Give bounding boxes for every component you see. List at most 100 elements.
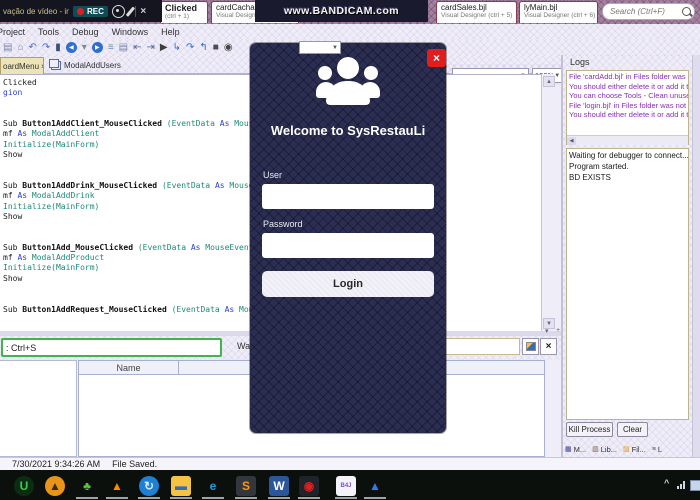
logs-tab-lib[interactable]: ▥ Lib... [592,445,617,454]
menu-item-windows[interactable]: Windows [112,27,149,37]
redo-icon[interactable]: ↷ [42,42,50,53]
step-into-icon[interactable]: ↳ [173,42,181,53]
chevron-down-icon: ▼ [554,72,561,79]
recorder-bar: vação de vídeo - inic REC × [0,0,162,22]
back-menu-icon[interactable]: ▾ [82,42,87,53]
bandicam-icon[interactable]: ◉ [299,476,319,496]
password-field[interactable] [262,233,434,258]
scroll-left-icon[interactable]: ◀ [567,136,576,145]
pencil-icon[interactable] [125,5,135,17]
dialog-title: Welcome to SysRestauLi [270,123,426,138]
edge-icon[interactable]: e [203,476,223,496]
logs-tab-label: Lib... [600,444,618,454]
camera-icon[interactable] [111,4,125,18]
login-button[interactable]: Login [262,271,434,297]
open-icon[interactable]: ▤ [3,42,12,53]
home-icon[interactable]: ⌂ [17,42,23,53]
logs-tabstrip: ▦ M... ▥ Lib... ▨ Fil... ≡ L [565,442,692,456]
blue-app-icon[interactable]: ▲ [365,476,385,496]
shortcut-hint-box: : Ctrl+S [1,338,222,357]
tab-title: cardSales.bjl [441,3,487,12]
uninstaller-icon[interactable]: U [14,476,34,496]
window-tab-clicked[interactable]: Clicked (ctrl + 1) [160,1,208,23]
log-warning-line: You should either delete it or add it t [569,110,689,119]
tab-subtitle: (ctrl + 1) [165,13,190,20]
close-tab-icon[interactable]: × [41,62,43,71]
uncomment-icon[interactable]: ▤ [119,42,128,53]
recorder-close-icon[interactable]: × [140,6,146,17]
window-tab-lymain[interactable]: lyMain.bjl Visual Designer (ctrl + 6) [519,1,598,23]
bandicam-watermark: www.BANDICAM.com [255,0,428,22]
menu-item-debug[interactable]: Debug [72,27,99,37]
editor-scrollbar[interactable]: ▲ ▼ [541,74,555,331]
floating-combo[interactable]: ▼ [299,41,341,54]
messages-log-box[interactable]: Waiting for debugger to connect... Progra… [566,148,689,420]
log-warning-line: File 'cardAdd.bjl' in Files folder was n [569,72,689,81]
delete-watch-button[interactable]: × [540,338,557,355]
kill-process-button[interactable]: Kill Process [566,422,613,437]
outdent-icon[interactable]: ⇤ [133,42,141,53]
stop-icon[interactable]: ■ [213,42,219,53]
sublime-icon[interactable]: S [236,476,256,496]
search-icon[interactable] [682,7,691,16]
panel-pin-icon[interactable]: + [556,327,560,334]
warnings-log-box[interactable]: File 'cardAdd.bjl' in Files folder was n… [566,70,689,145]
active-app-indicator [268,497,290,499]
clear-button[interactable]: Clear [617,422,648,437]
scroll-up-icon[interactable]: ▲ [543,76,555,87]
right-scroll-strip[interactable] [692,55,700,457]
watermark-text: www.BANDICAM.com [283,5,400,17]
panel-menu-icon[interactable]: ▾ [545,327,549,335]
user-label: User [263,170,283,180]
column-name[interactable]: Name [79,361,179,374]
add-watch-button[interactable] [522,338,539,355]
form-icon [49,59,61,70]
network-icon[interactable] [677,481,685,489]
libraries-icon: ▥ [592,445,599,453]
b4j-icon[interactable]: B4J [336,476,356,496]
menu-item-project[interactable]: Project [0,27,25,37]
editor-tab-label: oardMenu [3,61,40,71]
run-icon[interactable]: ▶ [160,42,168,53]
logs-tab-m[interactable]: ▦ M... [565,445,586,454]
log-hscrollbar[interactable]: ◀ [567,135,688,145]
undo-icon[interactable]: ↶ [29,42,37,53]
word-icon[interactable]: W [269,476,289,496]
menu-item-tools[interactable]: Tools [38,27,59,37]
log-warning-line: You should either delete it or add it to [569,81,689,91]
chevron-down-icon: ▼ [332,44,338,51]
file-manager-icon[interactable]: ▬ [171,476,191,496]
logs-tab-l[interactable]: ≡ L [652,445,662,454]
window-tab-cardsales[interactable]: cardSales.bjl Visual Designer (ctrl + 5) [436,1,517,23]
menu-item-help[interactable]: Help [161,27,180,37]
dialog-close-button[interactable]: × [427,49,446,67]
editor-tab-modaladdusers[interactable]: ModalAddUsers [48,57,140,74]
step-out-icon[interactable]: ↰ [199,42,207,53]
password-label: Password [263,219,303,229]
tab-title: lyMain.bjl [524,3,558,12]
indent-icon[interactable]: ⇥ [147,42,155,53]
warning-app-icon[interactable]: ▲ [45,476,65,496]
user-field[interactable] [262,184,434,209]
search-box[interactable] [602,3,695,20]
editor-tab-boardmenu[interactable]: oardMenu × [0,57,44,74]
search-input[interactable] [608,6,682,17]
logs-tab-label: L [657,444,663,454]
logs-icon: ≡ [651,445,656,453]
login-dialog: × Welcome to SysRestauLi User Password L… [250,43,446,433]
vlc-icon[interactable]: ▲ [107,476,127,496]
back-icon[interactable]: ◀ [65,42,77,53]
breakpoint-icon[interactable]: ◉ [224,42,233,53]
browser-swirl-icon[interactable]: ↻ [139,476,159,496]
step-over-icon[interactable]: ↷ [186,42,194,53]
logs-tab-fil[interactable]: ▨ Fil... [623,445,646,454]
comment-icon[interactable]: ≡ [108,42,114,53]
status-message: File Saved. [112,459,158,469]
tray-chevron-icon[interactable]: ^ [664,478,669,488]
tray-app-icon[interactable] [690,480,700,491]
forward-icon[interactable]: ▶ [91,42,103,53]
clover-app-icon[interactable]: ♣ [77,476,97,496]
bookmark-icon[interactable]: ▮ [55,42,61,53]
watch-side-pane [0,360,77,457]
log-message-line: Waiting for debugger to connect... [569,151,689,160]
